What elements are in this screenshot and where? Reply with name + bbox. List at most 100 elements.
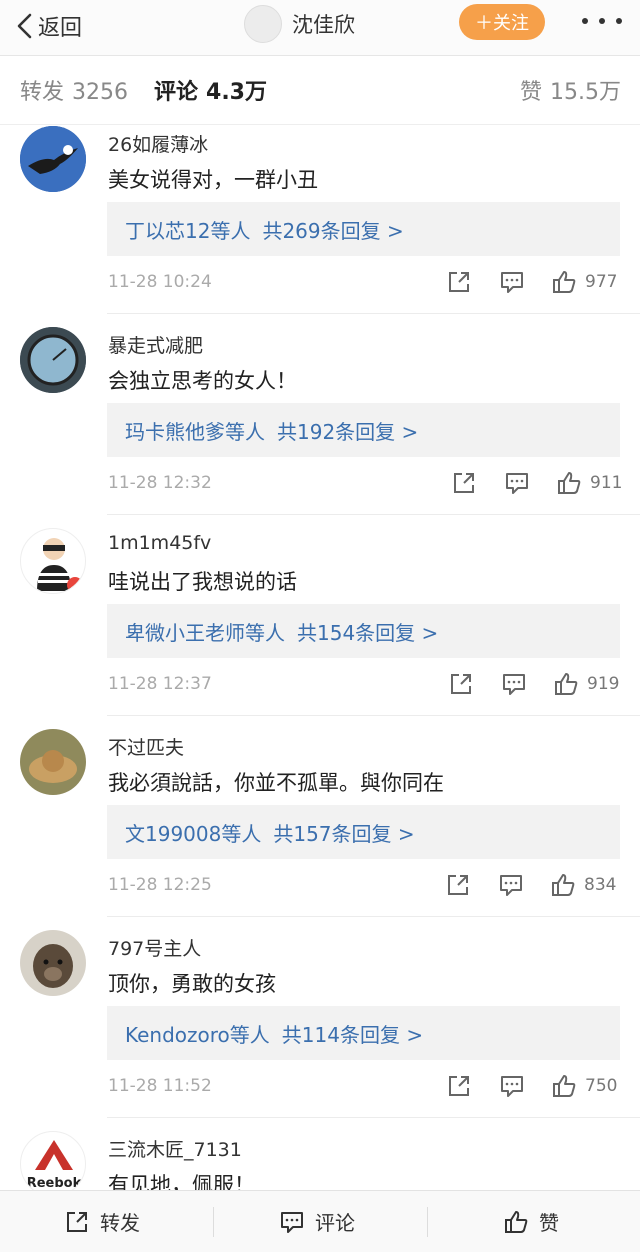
reebok-logo-avatar: Reebok: [27, 1140, 82, 1191]
chevron-left-icon: [17, 13, 32, 39]
avatar-logo-text: Reebok: [27, 1176, 82, 1191]
reply-button[interactable]: [499, 268, 525, 296]
divider: [107, 715, 640, 716]
like-button[interactable]: 赞: [503, 1191, 559, 1252]
comment-time: 11-28 12:32: [108, 473, 212, 493]
commenter-name[interactable]: 三流木匠_7131: [108, 1135, 242, 1162]
divider: [107, 313, 640, 314]
reply-button[interactable]: [501, 670, 527, 698]
avatar[interactable]: [20, 327, 86, 393]
like-count: 911: [590, 473, 623, 493]
reply-total: 共269条回复 >: [262, 218, 404, 243]
thumbs-up-icon: [553, 271, 576, 293]
commenter-name[interactable]: 797号主人: [108, 934, 201, 961]
commenter-name[interactable]: 26如履薄冰: [108, 130, 208, 157]
reply-total: 共114条回复 >: [281, 1022, 424, 1047]
tab-like[interactable]: 赞 15.5万: [520, 74, 621, 106]
avatar[interactable]: [20, 930, 86, 996]
reply-summary[interactable]: 玛卡熊他爹等人 共192条回复 >: [107, 403, 620, 457]
thumbs-up-icon: [552, 874, 575, 896]
reply-total: 共154条回复 >: [297, 620, 439, 645]
reply-total: 共192条回复 >: [277, 419, 419, 444]
divider: [427, 1207, 428, 1237]
back-button[interactable]: 返回: [16, 8, 82, 44]
tab-like-count: 15.5万: [550, 80, 622, 105]
share-icon: [451, 674, 471, 694]
like-count: 977: [585, 272, 618, 292]
divider: [107, 1117, 640, 1118]
share-button[interactable]: [446, 1072, 472, 1100]
reply-users: 丁以芯12等人: [125, 218, 251, 243]
follow-button[interactable]: ＋关注: [459, 4, 545, 40]
thumbs-up-icon: [555, 673, 578, 695]
more-icon[interactable]: [582, 10, 622, 32]
tab-repost[interactable]: 转发 3256: [20, 74, 128, 106]
comment-text: 顶你，勇敢的女孩: [108, 972, 276, 996]
divider: [213, 1207, 214, 1237]
reply-summary[interactable]: Kendozoro等人 共114条回复 >: [107, 1006, 620, 1060]
comment-text: 我必須說話，你並不孤單。與你同在: [108, 771, 444, 795]
reply-button[interactable]: [504, 469, 530, 497]
page-title: 沈佳欣: [244, 4, 355, 44]
reply-summary[interactable]: 卑微小王老师等人 共154条回复 >: [107, 604, 620, 658]
tab-like-label: 赞: [520, 80, 543, 105]
avatar[interactable]: Reebok: [20, 1131, 86, 1197]
share-icon: [449, 1076, 469, 1096]
commenter-name[interactable]: 1m1m45fv: [108, 532, 211, 554]
avatar[interactable]: [20, 729, 86, 795]
comment-time: 11-28 11:52: [108, 1076, 212, 1096]
lion-avatar-image: [20, 729, 86, 795]
avatar[interactable]: [20, 528, 86, 594]
commenter-name[interactable]: 不过匹夫: [108, 733, 184, 760]
comment-text: 美女说得对，一群小丑: [108, 168, 318, 192]
like-count: 919: [587, 674, 620, 694]
bottom-action-bar: 转发 评论 赞: [0, 1190, 640, 1252]
repost-button[interactable]: 转发: [64, 1191, 140, 1252]
reply-users: 玛卡熊他爹等人: [125, 419, 265, 444]
comment-icon: [281, 1211, 303, 1233]
tab-comment[interactable]: 评论 4.3万: [154, 74, 267, 106]
comment-time: 11-28 12:25: [108, 875, 212, 895]
robber-avatar-image: [37, 538, 83, 593]
tab-comment-count: 4.3万: [206, 80, 267, 105]
comment-label: 评论: [315, 1211, 355, 1235]
share-button[interactable]: [448, 670, 474, 698]
like-count: 750: [585, 1076, 618, 1096]
tab-repost-label: 转发: [20, 80, 65, 105]
reply-button[interactable]: [499, 1072, 525, 1100]
commenter-name[interactable]: 暴走式减肥: [108, 331, 203, 358]
share-icon: [448, 875, 468, 895]
like-button[interactable]: 919: [553, 670, 619, 698]
avatar[interactable]: [20, 126, 86, 192]
reply-summary[interactable]: 文199008等人 共157条回复 >: [107, 805, 620, 859]
reply-users: 卑微小王老师等人: [125, 620, 285, 645]
comment-icon: [506, 473, 528, 494]
like-button[interactable]: 750: [551, 1072, 617, 1100]
like-button[interactable]: 911: [556, 469, 622, 497]
stats-tabs: 转发 3256 评论 4.3万 赞 15.5万: [0, 56, 640, 125]
thumbs-up-icon: [505, 1210, 528, 1233]
thumbs-up-icon: [558, 472, 581, 494]
like-button[interactable]: 834: [550, 871, 616, 899]
reply-total: 共157条回复 >: [273, 821, 415, 846]
share-button[interactable]: [451, 469, 477, 497]
tab-repost-count: 3256: [72, 80, 129, 105]
divider: [107, 916, 640, 917]
tab-comment-label: 评论: [154, 80, 199, 105]
reply-summary[interactable]: 丁以芯12等人 共269条回复 >: [107, 202, 620, 256]
back-label: 返回: [38, 16, 83, 41]
eagle-avatar-image: [20, 126, 86, 192]
share-button[interactable]: [445, 871, 471, 899]
top-bar: 返回 沈佳欣 ＋关注: [0, 0, 640, 56]
avatar[interactable]: [244, 5, 282, 43]
divider: [107, 514, 640, 515]
comment-icon: [501, 272, 523, 293]
comment-time: 11-28 10:24: [108, 272, 212, 292]
share-button[interactable]: [446, 268, 472, 296]
comment-time: 11-28 12:37: [108, 674, 212, 694]
reply-button[interactable]: [498, 871, 524, 899]
like-button[interactable]: 977: [551, 268, 617, 296]
comment-icon: [501, 1076, 523, 1097]
comment-button[interactable]: 评论: [279, 1191, 355, 1252]
thumbs-up-icon: [553, 1075, 576, 1097]
